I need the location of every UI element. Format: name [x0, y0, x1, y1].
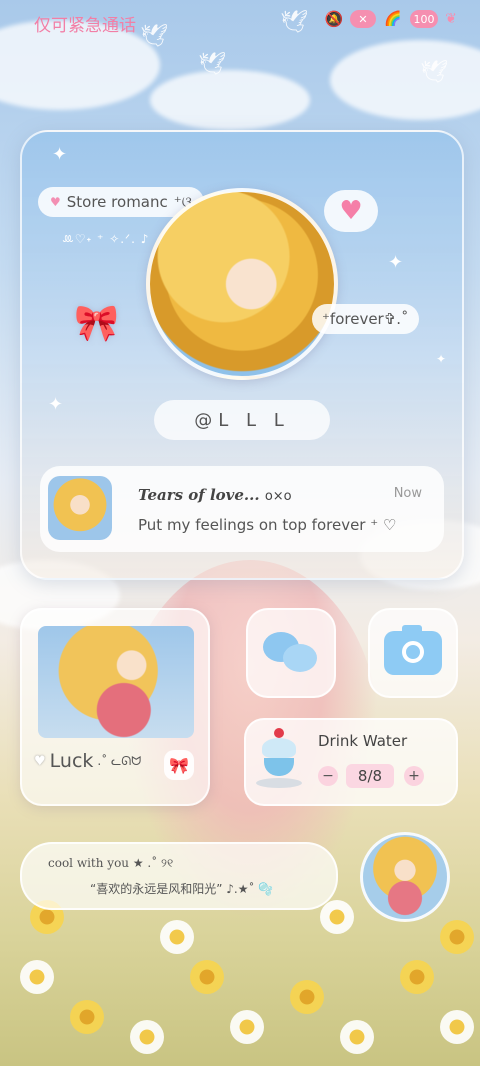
bow-button[interactable]: 🎀 — [164, 750, 194, 780]
notification-card[interactable]: Tears of love... o×o Now Put my feelings… — [40, 466, 444, 552]
water-count: 8/8 — [346, 764, 394, 788]
camera-icon — [384, 625, 442, 675]
wechat-icon — [261, 628, 321, 678]
decrement-button[interactable]: − — [318, 766, 338, 786]
mute-icon: 🔕 — [324, 10, 344, 28]
quote-line-2: “喜欢的永远是风和阳光” ♪.★˚ 🫧 — [90, 882, 274, 896]
quote-widget[interactable]: cool with you ★ .˚ ୨୧ “喜欢的永远是风和阳光” ♪.★˚ … — [20, 842, 338, 910]
user-handle[interactable]: @L L L — [154, 400, 330, 440]
profile-card-widget[interactable]: ♥ Store romanc ⁺ଓ ꔛ♡˖ ⁺ ✧.ᐟ. ♪ 🎀 ✦ ✦ ✦ ✦… — [20, 130, 464, 580]
small-avatar[interactable] — [360, 832, 450, 922]
increment-button[interactable]: + — [404, 766, 424, 786]
carrier-label: 仅可紧急通话 — [34, 16, 136, 36]
status-bar: 仅可紧急通话 🔕 ✕ 🌈 100 ❦ — [0, 0, 480, 44]
sparkle-icon: ✦ — [48, 394, 64, 415]
profile-avatar[interactable] — [146, 188, 338, 380]
drink-water-title: Drink Water — [318, 732, 408, 750]
bow-icon: 🎀 — [74, 303, 119, 344]
decorative-text: ꔛ♡˖ ⁺ ✧.ᐟ. ♪ — [62, 232, 150, 246]
notification-title: Tears of love... o×o — [138, 486, 292, 504]
heart-icon: ♥ — [50, 195, 61, 209]
leaf-icon: ❦ — [445, 11, 457, 27]
notification-time: Now — [393, 486, 422, 501]
heart-cloud-icon: ♥ — [324, 190, 378, 232]
rainbow-icon: 🌈 — [384, 11, 402, 27]
sparkle-icon: ✦ — [436, 352, 447, 366]
sparkle-icon: ✦ — [388, 252, 404, 273]
ice-cream-icon — [256, 728, 302, 790]
quote-line-1: cool with you ★ .˚ ୨୧ — [48, 856, 174, 870]
notification-body: Put my feelings on top forever ⁺ ♡ — [138, 516, 397, 534]
heart-icon: ♥ — [34, 753, 46, 769]
wechat-app-icon[interactable] — [246, 608, 336, 698]
sparkle-icon: ✦ — [52, 144, 68, 165]
store-label: Store romanc — [66, 193, 168, 211]
luck-label: ♥ Luck .˚ ᓚᘏᗢ — [34, 750, 142, 772]
status-icons: 🔕 ✕ 🌈 100 ❦ — [324, 10, 458, 28]
forever-pill: ⁺forever✞.˚ — [312, 304, 419, 334]
camera-app-icon[interactable] — [368, 608, 458, 698]
battery-saver-icon: ✕ — [350, 10, 376, 28]
notification-thumbnail — [48, 476, 112, 540]
photo-widget[interactable]: ♥ Luck .˚ ᓚᘏᗢ 🎀 — [20, 608, 210, 806]
drink-water-widget[interactable]: Drink Water − 8/8 + — [244, 718, 458, 806]
battery-icon: 100 — [410, 10, 438, 28]
photo-image — [38, 626, 194, 738]
